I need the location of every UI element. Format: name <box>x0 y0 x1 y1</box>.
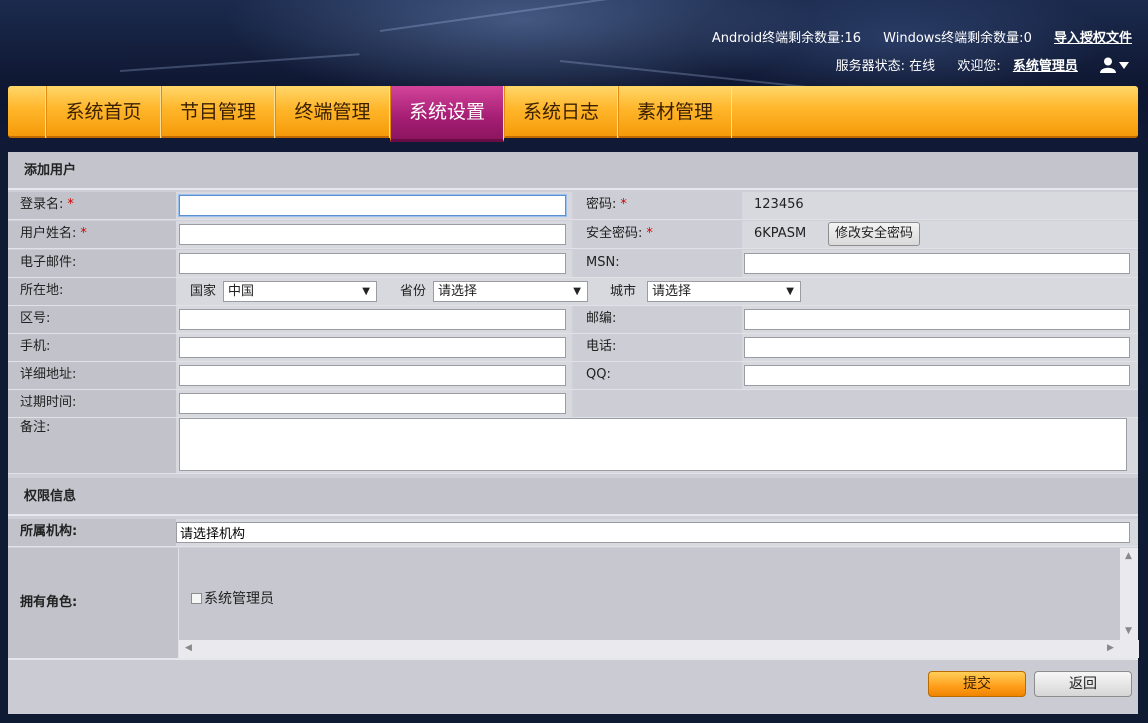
form-row-login: 登录名: * 密码: * 123456 <box>8 192 1138 220</box>
scroll-down-icon[interactable]: ▼ <box>1125 626 1132 636</box>
login-name-label: 登录名: * <box>8 192 176 219</box>
security-password-label: 安全密码: * <box>574 221 742 248</box>
user-icon <box>1100 57 1129 73</box>
phone-label: 电话: <box>574 334 742 361</box>
postcode-label: 邮编: <box>574 306 742 333</box>
msn-label: MSN: <box>574 250 742 277</box>
password-value: 123456 <box>742 192 1138 219</box>
roles-label: 拥有角色: <box>8 548 178 658</box>
submit-button[interactable]: 提交 <box>928 671 1026 697</box>
area-code-input[interactable] <box>179 309 566 330</box>
tab-home[interactable]: 系统首页 <box>46 86 161 138</box>
form-row-areacode: 区号: 邮编: <box>8 306 1138 334</box>
tab-material-management[interactable]: 素材管理 <box>618 86 732 138</box>
form-row-address: 详细地址: QQ: <box>8 362 1138 390</box>
permissions-section-title: 权限信息 <box>8 478 1138 516</box>
form-row-org: 所属机构: <box>8 519 1138 547</box>
phone-input[interactable] <box>744 337 1130 358</box>
back-button[interactable]: 返回 <box>1034 671 1132 697</box>
android-remaining-count: Android终端剩余数量:16 <box>711 31 862 46</box>
license-status-bar: Android终端剩余数量:16 Windows终端剩余数量:0 导入授权文件 <box>694 27 1132 46</box>
org-label: 所属机构: <box>8 519 176 546</box>
nav-spacer <box>8 86 46 138</box>
password-label: 密码: * <box>574 192 742 219</box>
real-name-input[interactable] <box>179 224 566 245</box>
role-checkbox[interactable] <box>191 593 202 604</box>
mobile-input[interactable] <box>179 337 566 358</box>
user-menu-button[interactable] <box>1100 57 1132 74</box>
qq-input[interactable] <box>744 365 1130 386</box>
qq-label: QQ: <box>574 362 742 389</box>
form-row-expire: 过期时间: <box>8 390 1138 418</box>
empty-cell <box>574 390 1138 417</box>
windows-remaining-count: Windows终端剩余数量:0 <box>883 31 1032 46</box>
tab-terminal-management[interactable]: 终端管理 <box>275 86 390 138</box>
email-input[interactable] <box>179 253 566 274</box>
mobile-label: 手机: <box>8 334 176 361</box>
login-name-input[interactable] <box>179 195 566 216</box>
address-label: 详细地址: <box>8 362 176 389</box>
province-label: 省份 <box>400 284 427 299</box>
form-row-email: 电子邮件: MSN: <box>8 250 1138 278</box>
area-code-label: 区号: <box>8 306 176 333</box>
roles-scroll-area: 系统管理员 ▲ ▼ ◀ ▶ <box>178 548 1139 658</box>
tab-system-log[interactable]: 系统日志 <box>504 86 618 138</box>
user-status-bar: 服务器状态: 在线 欢迎您: 系统管理员 <box>818 55 1132 74</box>
form-row-remark: 备注: <box>8 418 1138 474</box>
role-label: 系统管理员 <box>204 591 274 607</box>
email-label: 电子邮件: <box>8 250 176 277</box>
form-row-location: 所在地: 国家 中国 ▼ 省份 请选择 ▼ 城市 请选择 ▼ <box>8 278 1138 306</box>
chevron-down-icon <box>1119 62 1129 69</box>
form-row-realname: 用户姓名: * 安全密码: * 6KPASM 修改安全密码 <box>8 221 1138 249</box>
msn-input[interactable] <box>744 253 1130 274</box>
chevron-down-icon: ▼ <box>786 286 794 297</box>
chevron-down-icon: ▼ <box>362 286 370 297</box>
country-label: 国家 <box>190 284 217 299</box>
expire-time-input[interactable] <box>179 393 566 414</box>
real-name-label: 用户姓名: * <box>8 221 176 248</box>
vertical-scrollbar[interactable]: ▲ ▼ <box>1120 548 1138 640</box>
security-password-value: 6KPASM <box>742 221 1138 248</box>
background-streak <box>119 53 360 72</box>
background-streak <box>559 60 819 90</box>
background-streak <box>379 0 678 32</box>
current-user-link[interactable]: 系统管理员 <box>1013 59 1078 74</box>
add-user-section-title: 添加用户 <box>8 152 1138 190</box>
import-license-link[interactable]: 导入授权文件 <box>1054 31 1132 46</box>
postcode-input[interactable] <box>744 309 1130 330</box>
tab-system-settings[interactable]: 系统设置 <box>390 86 504 142</box>
org-select-input[interactable] <box>176 522 1130 543</box>
change-security-password-button[interactable]: 修改安全密码 <box>828 222 921 246</box>
location-label: 所在地: <box>8 278 176 305</box>
main-nav: 系统首页 节目管理 终端管理 系统设置 系统日志 素材管理 <box>8 86 1138 142</box>
add-user-panel: 添加用户 登录名: * 密码: * 123456 用户姓名: * 安全密码: * 6KP… <box>8 152 1139 714</box>
scroll-left-icon[interactable]: ◀ <box>185 643 192 653</box>
chevron-down-icon: ▼ <box>573 286 581 297</box>
horizontal-scrollbar[interactable]: ◀ ▶ <box>179 640 1139 658</box>
address-input[interactable] <box>179 365 566 386</box>
server-status: 服务器状态: 在线 <box>835 59 936 74</box>
city-select[interactable]: 请选择 ▼ <box>647 281 801 302</box>
remark-label: 备注: <box>8 418 176 473</box>
form-row-mobile: 手机: 电话: <box>8 334 1138 362</box>
welcome-text: 欢迎您: <box>957 59 1001 74</box>
country-select[interactable]: 中国 ▼ <box>223 281 377 302</box>
scroll-up-icon[interactable]: ▲ <box>1125 551 1132 561</box>
remark-textarea[interactable] <box>179 418 1127 471</box>
scroll-right-icon[interactable]: ▶ <box>1107 643 1114 653</box>
city-label: 城市 <box>610 284 637 299</box>
tab-program-management[interactable]: 节目管理 <box>161 86 275 138</box>
role-option-admin[interactable]: 系统管理员 <box>191 588 274 608</box>
expire-time-label: 过期时间: <box>8 390 176 417</box>
province-select[interactable]: 请选择 ▼ <box>433 281 588 302</box>
